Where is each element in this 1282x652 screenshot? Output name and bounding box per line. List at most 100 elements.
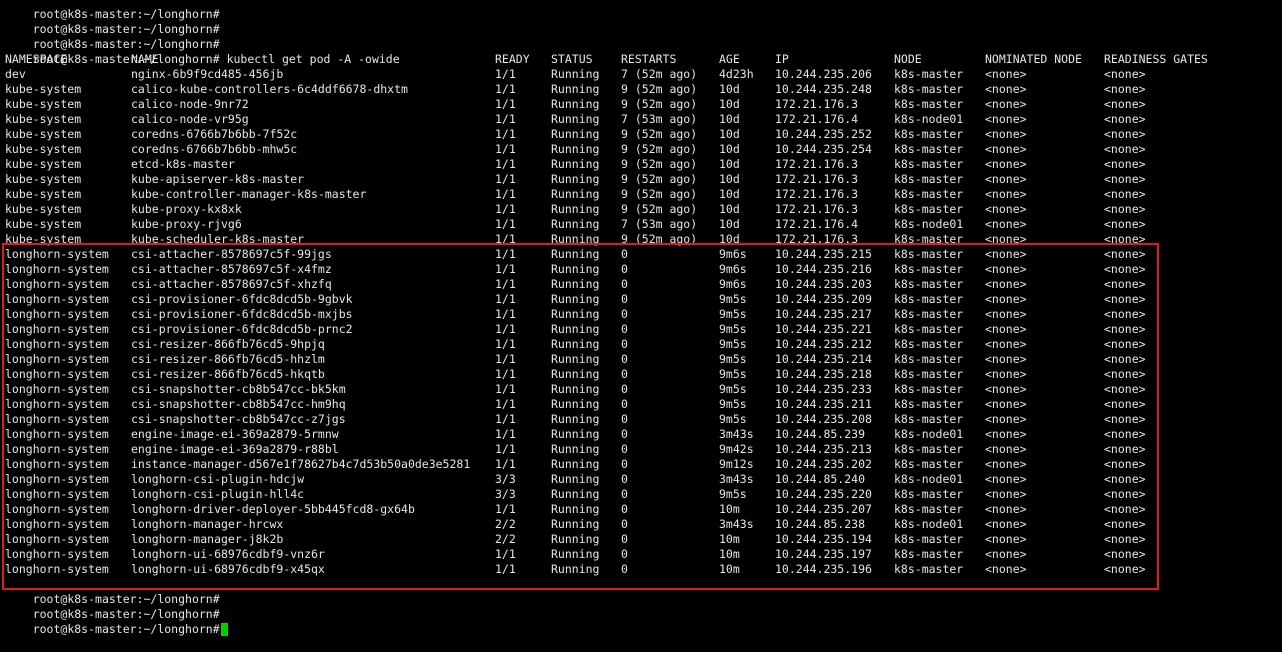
cell-ready: 1/1	[495, 457, 516, 471]
cell-nominated-node: <none>	[985, 97, 1027, 111]
cell-ip: 10.244.235.213	[775, 442, 872, 456]
prompt-line: root@k8s-master:~/longhorn#	[5, 7, 1275, 36]
cell-name: csi-snapshotter-cb8b547cc-hm9hq	[131, 397, 346, 411]
cell-namespace: longhorn-system	[5, 352, 109, 366]
header-age: AGE	[719, 52, 740, 66]
table-row: longhorn-system csi-attacher-8578697c5f-9…	[5, 247, 1275, 262]
cell-readiness-gates: <none>	[1104, 187, 1146, 201]
cell-readiness-gates: <none>	[1104, 562, 1146, 576]
cell-ready: 1/1	[495, 217, 516, 231]
cell-ready: 1/1	[495, 262, 516, 276]
cell-node: k8s-master	[894, 202, 964, 216]
table-row: longhorn-system csi-provisioner-6fdc8dcd5…	[5, 322, 1275, 337]
cell-ip: 10.244.235.254	[775, 142, 872, 156]
cell-age: 9m6s	[719, 262, 747, 276]
cell-node: k8s-master	[894, 457, 964, 471]
cell-ip: 10.244.235.215	[775, 247, 872, 261]
cell-restarts: 0	[621, 322, 628, 336]
cell-namespace: longhorn-system	[5, 397, 109, 411]
cell-readiness-gates: <none>	[1104, 487, 1146, 501]
cell-ip: 10.244.235.196	[775, 562, 872, 576]
cell-name: csi-attacher-8578697c5f-99jgs	[131, 247, 332, 261]
cell-nominated-node: <none>	[985, 202, 1027, 216]
cell-age: 10m	[719, 562, 740, 576]
cell-namespace: longhorn-system	[5, 322, 109, 336]
cell-nominated-node: <none>	[985, 322, 1027, 336]
cell-age: 10m	[719, 502, 740, 516]
cell-nominated-node: <none>	[985, 517, 1027, 531]
cell-age: 9m5s	[719, 337, 747, 351]
cell-ready: 1/1	[495, 67, 516, 81]
cell-namespace: kube-system	[5, 112, 82, 126]
cell-node: k8s-master	[894, 187, 964, 201]
cell-restarts: 0	[621, 502, 628, 516]
cell-nominated-node: <none>	[985, 172, 1027, 186]
table-row: longhorn-system csi-attacher-8578697c5f-x…	[5, 262, 1275, 277]
cell-node: k8s-master	[894, 277, 964, 291]
prompt-text: root@k8s-master:~/longhorn#	[32, 622, 220, 636]
cell-node: k8s-node01	[894, 472, 964, 486]
prompt-line: root@k8s-master:~/longhorn#	[5, 577, 1275, 606]
cell-nominated-node: <none>	[985, 337, 1027, 351]
cell-name: kube-scheduler-k8s-master	[131, 232, 305, 246]
cell-ip: 10.244.235.194	[775, 532, 872, 546]
cell-age: 9m5s	[719, 412, 747, 426]
cell-restarts: 0	[621, 352, 628, 366]
table-row: longhorn-system longhorn-manager-hrcwx 2/2…	[5, 517, 1275, 532]
terminal-output[interactable]: root@k8s-master:~/longhorn# root@k8s-mas…	[5, 0, 1275, 636]
cell-status: Running	[551, 397, 600, 411]
cell-restarts: 0	[621, 262, 628, 276]
cell-name: nginx-6b9f9cd485-456jb	[131, 67, 284, 81]
cell-status: Running	[551, 292, 600, 306]
cell-restarts: 0	[621, 562, 628, 576]
cell-restarts: 0	[621, 547, 628, 561]
cell-name: longhorn-manager-j8k2b	[131, 532, 284, 546]
cell-status: Running	[551, 457, 600, 471]
cell-restarts: 0	[621, 472, 628, 486]
cell-nominated-node: <none>	[985, 277, 1027, 291]
cell-ip: 10.244.85.238	[775, 517, 866, 531]
cell-namespace: kube-system	[5, 97, 82, 111]
active-prompt-line[interactable]: root@k8s-master:~/longhorn#	[5, 607, 1275, 636]
cell-name: calico-kube-controllers-6c4ddf6678-dhxtm	[131, 82, 408, 96]
cell-node: k8s-master	[894, 562, 964, 576]
cell-ip: 10.244.235.252	[775, 127, 872, 141]
header-ip: IP	[775, 52, 789, 66]
cell-restarts: 9 (52m ago)	[621, 202, 698, 216]
cell-nominated-node: <none>	[985, 397, 1027, 411]
pod-table-body: dev nginx-6b9f9cd485-456jb 1/1 Running 7 (52…	[5, 67, 1275, 577]
cell-node: k8s-master	[894, 142, 964, 156]
cell-name: csi-resizer-866fb76cd5-9hpjq	[131, 337, 325, 351]
cell-ready: 1/1	[495, 82, 516, 96]
cell-ip: 10.244.85.240	[775, 472, 866, 486]
table-row: longhorn-system csi-snapshotter-cb8b547cc…	[5, 412, 1275, 427]
cell-name: csi-attacher-8578697c5f-xhzfq	[131, 277, 332, 291]
table-row: kube-system kube-proxy-kx8xk 1/1 Running 9 (…	[5, 202, 1275, 217]
cell-namespace: longhorn-system	[5, 472, 109, 486]
table-row: longhorn-system csi-snapshotter-cb8b547cc…	[5, 397, 1275, 412]
table-row: kube-system calico-node-9nr72 1/1 Running 9 …	[5, 97, 1275, 112]
cell-ready: 1/1	[495, 292, 516, 306]
cell-name: coredns-6766b7b6bb-7f52c	[131, 127, 298, 141]
cell-restarts: 9 (52m ago)	[621, 127, 698, 141]
cell-node: k8s-master	[894, 337, 964, 351]
cell-nominated-node: <none>	[985, 292, 1027, 306]
cell-age: 10d	[719, 217, 740, 231]
cell-node: k8s-node01	[894, 217, 964, 231]
cell-name: kube-apiserver-k8s-master	[131, 172, 305, 186]
table-row: kube-system kube-scheduler-k8s-master 1/1 R…	[5, 232, 1275, 247]
cell-nominated-node: <none>	[985, 112, 1027, 126]
cell-ready: 1/1	[495, 127, 516, 141]
cell-ready: 1/1	[495, 172, 516, 186]
cell-node: k8s-master	[894, 97, 964, 111]
cell-ip: 10.244.235.220	[775, 487, 872, 501]
cell-ready: 1/1	[495, 247, 516, 261]
cell-restarts: 0	[621, 487, 628, 501]
cell-nominated-node: <none>	[985, 127, 1027, 141]
cell-restarts: 0	[621, 427, 628, 441]
cell-ready: 1/1	[495, 367, 516, 381]
cell-namespace: longhorn-system	[5, 277, 109, 291]
cell-name: calico-node-vr95g	[131, 112, 249, 126]
cell-namespace: kube-system	[5, 217, 82, 231]
table-row: longhorn-system longhorn-csi-plugin-hdcjw…	[5, 472, 1275, 487]
